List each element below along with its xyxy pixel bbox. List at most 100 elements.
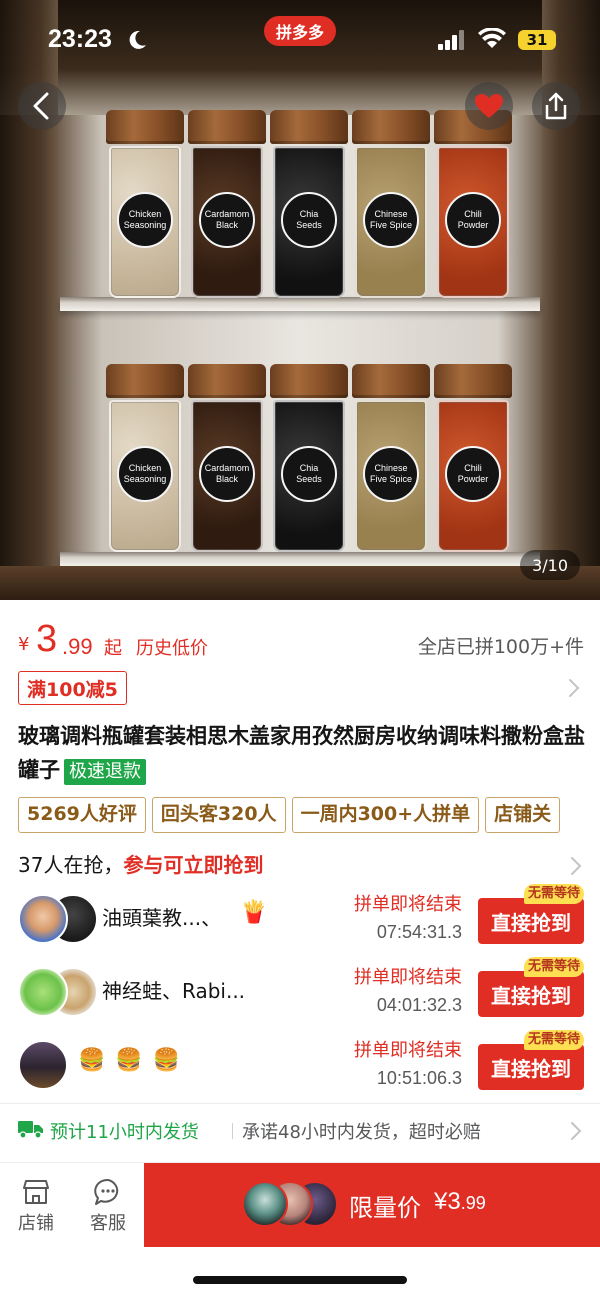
- spice-jar: Chinese Five Spice: [352, 364, 430, 552]
- group-status: 拼单即将结束 07:54:31.3: [354, 890, 462, 943]
- status-time: 23:23: [48, 25, 112, 53]
- price-currency: ¥: [18, 634, 30, 655]
- review-tag[interactable]: 回头客320人: [151, 797, 286, 833]
- chevron-right-icon[interactable]: [570, 856, 582, 876]
- spice-jar: Chili Powder: [434, 364, 512, 552]
- cabinet-bottom: [0, 566, 600, 600]
- favorite-button[interactable]: [465, 82, 513, 130]
- store-label: 店铺: [18, 1213, 54, 1234]
- spice-jar: Chinese Five Spice: [352, 110, 430, 298]
- review-tags[interactable]: 5269人好评 回头客320人 一周内300+人拼单 店铺关: [18, 797, 600, 835]
- spice-jar: Cardamom Black: [188, 110, 266, 298]
- buy-label: 限量价: [349, 1194, 421, 1222]
- history-low-label: 历史低价: [136, 638, 208, 659]
- group-ending-label: 拼单即将结束: [354, 894, 462, 915]
- grabbing-count: 37人在抢，: [18, 853, 124, 877]
- coupon-badge[interactable]: 满100减5: [18, 671, 127, 705]
- product-image-gallery[interactable]: Chicken Seasoning Cardamom Black Chia Se…: [0, 0, 600, 600]
- group-buy-row[interactable]: 油頭葉教...、 🍟 拼单即将结束 07:54:31.3 直接抢到 无需等待: [18, 884, 584, 952]
- shipping-row[interactable]: 预计11小时内发货 承诺48小时内发货，超时必赔: [18, 1114, 584, 1148]
- grab-now-button[interactable]: 直接抢到: [478, 1044, 584, 1090]
- spice-jar: Chicken Seasoning: [106, 364, 184, 552]
- jar-label: Cardamom Black: [199, 446, 255, 502]
- join-now-text: 参与可立即抢到: [123, 853, 264, 877]
- share-icon: [545, 92, 567, 120]
- review-tag[interactable]: 5269人好评: [18, 797, 146, 833]
- avatar: [18, 967, 68, 1017]
- review-tag[interactable]: 一周内300+人拼单: [291, 797, 480, 833]
- buy-price: ¥3.99: [434, 1188, 486, 1216]
- buyer-avatars: [242, 1181, 338, 1229]
- divider: [232, 1123, 233, 1139]
- spice-jar: Chili Powder: [434, 110, 512, 298]
- group-ending-label: 拼单即将结束: [354, 967, 462, 988]
- gallery-page-indicator: 3/10: [520, 550, 580, 580]
- price-row: ¥ 3 .99 起 历史低价 全店已拼100万+件: [18, 618, 584, 668]
- service-label: 客服: [90, 1213, 126, 1234]
- price-suffix: 起: [104, 638, 122, 659]
- jar-label: Chia Seeds: [281, 446, 337, 502]
- group-buy-header[interactable]: 37人在抢，参与可立即抢到: [18, 849, 584, 881]
- group-member-names: 神经蛙、Rabi...: [102, 979, 246, 1003]
- buy-currency: ¥: [434, 1188, 448, 1215]
- avatar: [242, 1181, 288, 1227]
- buy-price-decimal: .99: [460, 1193, 486, 1213]
- group-buy-row[interactable]: 神经蛙、Rabi... 拼单即将结束 04:01:32.3 直接抢到 无需等待: [18, 957, 584, 1025]
- no-wait-badge: 无需等待: [523, 957, 584, 977]
- group-countdown: 07:54:31.3: [376, 922, 462, 942]
- product-title: 玻璃调料瓶罐套装相思木盖家用孜然厨房收纳调味料撒粉盒盐罐子 极速退款: [18, 719, 588, 787]
- group-countdown: 10:51:06.3: [376, 1068, 462, 1088]
- group-buy-row[interactable]: 🍔🍔🍔 拼单即将结束 10:51:06.3 直接抢到 无需等待: [18, 1030, 584, 1098]
- signal-icon: [438, 30, 464, 50]
- jar-label: Chinese Five Spice: [363, 446, 419, 502]
- shelf-lower: [60, 552, 540, 566]
- jar-label: Cardamom Black: [199, 192, 255, 248]
- grab-now-button[interactable]: 直接抢到: [478, 971, 584, 1017]
- shipping-promise: 承诺48小时内发货，超时必赔: [242, 1122, 481, 1143]
- customer-service-button[interactable]: 客服: [76, 1175, 140, 1235]
- chevron-right-icon[interactable]: [568, 678, 580, 698]
- buy-price-integer: 3: [447, 1188, 461, 1215]
- buy-button[interactable]: 限量价 ¥3.99: [144, 1163, 600, 1247]
- group-avatars: [18, 967, 98, 1017]
- spice-jar: Cardamom Black: [188, 364, 266, 552]
- store-sold-count: 全店已拼100万+件: [417, 636, 584, 658]
- battery-indicator: 31: [518, 30, 556, 50]
- truck-icon: [18, 1121, 43, 1139]
- heart-icon: [475, 94, 503, 118]
- group-avatars: [18, 894, 98, 944]
- shelf-upper: [60, 297, 540, 311]
- group-status: 拼单即将结束 04:01:32.3: [354, 963, 462, 1016]
- chevron-right-icon: [571, 1122, 582, 1140]
- review-tag[interactable]: 店铺关: [485, 797, 561, 833]
- chevron-left-icon: [33, 92, 49, 120]
- jar-label: Chili Powder: [445, 446, 501, 502]
- fast-refund-tag: 极速退款: [64, 759, 146, 785]
- jar-label: Chicken Seasoning: [117, 446, 173, 502]
- jar-label: Chia Seeds: [281, 192, 337, 248]
- price-integer: 3: [36, 618, 58, 660]
- group-countdown: 04:01:32.3: [376, 995, 462, 1015]
- moon-icon: [129, 30, 146, 49]
- wifi-icon: [478, 28, 506, 48]
- store-button[interactable]: 店铺: [4, 1175, 68, 1235]
- chat-icon: [94, 1178, 119, 1205]
- spice-jar: Chicken Seasoning: [106, 110, 184, 298]
- shipping-estimate: 预计11小时内发货: [50, 1122, 199, 1143]
- jar-label: Chicken Seasoning: [117, 192, 173, 248]
- back-button[interactable]: [18, 82, 66, 130]
- group-status: 拼单即将结束 10:51:06.3: [354, 1036, 462, 1089]
- burger-icon: 🍔🍔🍔: [78, 1048, 191, 1073]
- grab-now-button[interactable]: 直接抢到: [478, 898, 584, 944]
- bottom-action-bar: 店铺 客服 限量价 ¥3.99: [0, 1162, 600, 1248]
- share-button[interactable]: [532, 82, 580, 130]
- app-badge: 拼多多: [264, 16, 336, 46]
- home-indicator[interactable]: [193, 1276, 407, 1284]
- status-bar: 23:23 拼多多 31: [0, 0, 600, 80]
- divider: [0, 1103, 600, 1104]
- jar-label: Chinese Five Spice: [363, 192, 419, 248]
- group-member-names: 油頭葉教...、: [102, 906, 222, 930]
- no-wait-badge: 无需等待: [523, 1030, 584, 1050]
- avatar: [18, 894, 68, 944]
- no-wait-badge: 无需等待: [523, 884, 584, 904]
